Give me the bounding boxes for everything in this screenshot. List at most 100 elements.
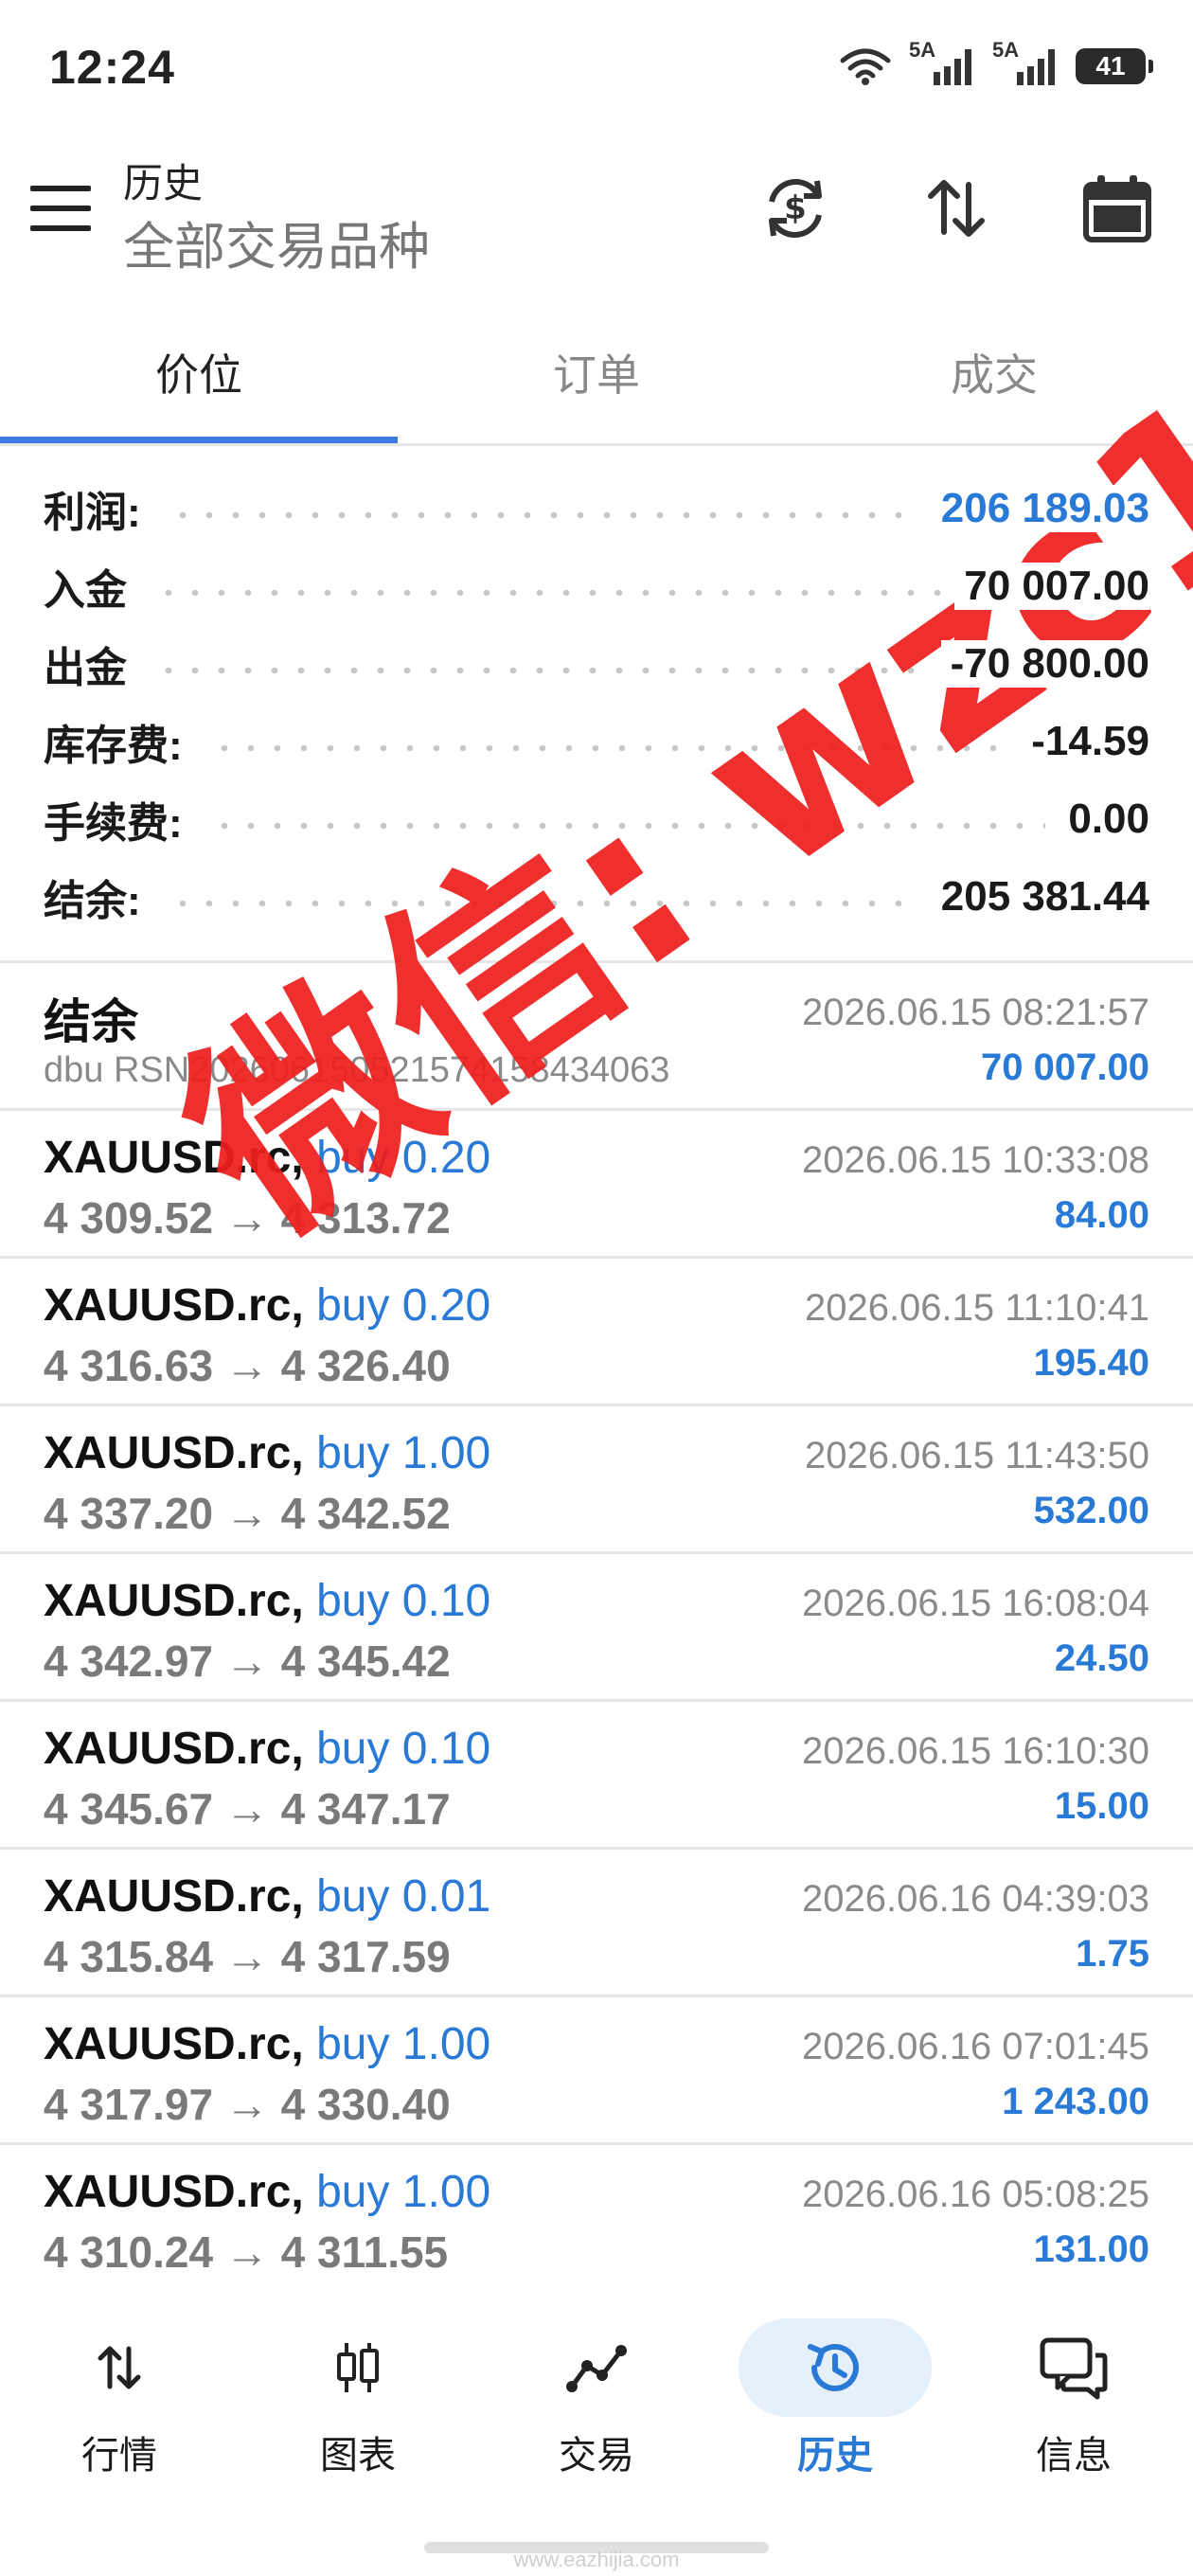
deal-side: buy 0.20 — [316, 1280, 491, 1331]
deal-title: XAUUSD.rc, buy 0.20 — [44, 1279, 490, 1332]
nav-trade[interactable]: 交易 — [477, 2290, 716, 2479]
deal-profit: 195.40 — [1033, 1342, 1149, 1384]
nav-label: 历史 — [797, 2435, 873, 2477]
currency-exchange-icon[interactable]: $ — [757, 170, 833, 246]
nav-label: 图表 — [320, 2435, 396, 2477]
deal-time: 2026.06.15 16:08:04 — [801, 1583, 1149, 1624]
deal-title: XAUUSD.rc, buy 0.10 — [44, 1575, 490, 1627]
tab-divider — [0, 443, 1193, 446]
deal-symbol: XAUUSD.rc, — [44, 1576, 304, 1626]
deal-list: 结余 dbu RSN20260615052157415843​4063 2026… — [0, 963, 1193, 2293]
balance-entry[interactable]: 结余 dbu RSN20260615052157415843​4063 2026… — [0, 963, 1193, 1111]
trade-line-icon — [500, 2318, 693, 2417]
deal-side: buy 1.00 — [316, 2167, 491, 2217]
list-item[interactable]: XAUUSD.rc, buy 0.01 4 315.84 → 4 317.59 … — [0, 1850, 1193, 1997]
list-item[interactable]: XAUUSD.rc, buy 0.10 4 345.67 → 4 347.17 … — [0, 1702, 1193, 1850]
nav-label: 交易 — [559, 2435, 634, 2477]
nav-quotes[interactable]: 行情 — [0, 2290, 239, 2479]
deal-amount: 70 007.00 — [981, 1046, 1149, 1088]
summary-row-deposit: 入金 70 007.00 — [0, 547, 1193, 625]
page-title: 历史 — [123, 161, 204, 206]
dotted-leader — [155, 590, 942, 596]
signal-icon-2: 5A — [992, 38, 1059, 87]
deal-symbol: XAUUSD.rc, — [44, 1133, 304, 1183]
deal-profit: 131.00 — [1033, 2228, 1149, 2270]
deal-title: XAUUSD.rc, buy 0.20 — [44, 1132, 490, 1184]
deal-prices: 4 337.20 → 4 342.52 — [44, 1489, 451, 1538]
summary-value: 205 381.44 — [931, 873, 1149, 921]
dotted-leader — [169, 901, 918, 906]
deal-profit: 84.00 — [1054, 1194, 1149, 1236]
deal-symbol: XAUUSD.rc, — [44, 2167, 304, 2217]
nav-label: 信息 — [1036, 2435, 1112, 2477]
deal-time: 2026.06.15 08:21:57 — [801, 992, 1149, 1033]
header-actions: $ — [757, 170, 1155, 246]
deal-profit: 1 243.00 — [1002, 2081, 1149, 2122]
summary-label: 入金 — [44, 556, 142, 617]
arrows-updown-icon — [23, 2318, 216, 2417]
status-time: 12:24 — [49, 41, 175, 94]
site-watermark: www.eazhijia.com — [513, 2548, 680, 2571]
dotted-leader — [210, 823, 1046, 829]
list-item[interactable]: XAUUSD.rc, buy 1.00 4 337.20 → 4 342.52 … — [0, 1406, 1193, 1554]
list-item[interactable]: XAUUSD.rc, buy 0.20 4 316.63 → 4 326.40 … — [0, 1259, 1193, 1406]
menu-icon[interactable] — [30, 180, 91, 237]
list-item[interactable]: XAUUSD.rc, buy 0.20 4 309.52 → 4 313.72 … — [0, 1111, 1193, 1259]
sort-icon[interactable] — [918, 170, 994, 246]
deal-side: buy 0.20 — [316, 1133, 491, 1183]
deal-prices: 4 316.63 → 4 326.40 — [44, 1341, 451, 1390]
deal-side: buy 0.10 — [316, 1576, 491, 1626]
nav-history[interactable]: 历史 — [716, 2290, 954, 2479]
deal-side: buy 1.00 — [316, 2019, 491, 2069]
summary-row-withdrawal: 出金 -70 800.00 — [0, 625, 1193, 703]
dotted-leader — [210, 745, 1009, 751]
tab-bar: 价位 订单 成交 — [0, 301, 1193, 443]
summary-label: 结余: — [44, 867, 156, 927]
summary-row-profit: 利润: 206 189.03 — [0, 470, 1193, 547]
tab-deals[interactable]: 成交 — [795, 301, 1193, 443]
summary-row-swap: 库存费: -14.59 — [0, 703, 1193, 780]
list-item[interactable]: XAUUSD.rc, buy 1.00 4 317.97 → 4 330.40 … — [0, 1997, 1193, 2145]
deal-prices: 4 342.97 → 4 345.42 — [44, 1637, 451, 1686]
calendar-icon[interactable] — [1079, 170, 1155, 246]
deal-title: XAUUSD.rc, buy 0.10 — [44, 1723, 490, 1775]
deal-symbol: XAUUSD.rc, — [44, 2019, 304, 2069]
summary-label: 利润: — [44, 478, 156, 539]
bottom-nav: 行情 图表 交易 历史 信息 — [0, 2290, 1193, 2479]
svg-text:$: $ — [784, 189, 807, 227]
battery-icon: 41 — [1076, 48, 1153, 84]
summary-value: 70 007.00 — [954, 563, 1149, 610]
deal-symbol: XAUUSD.rc, — [44, 1871, 304, 1922]
deal-symbol: XAUUSD.rc, — [44, 1724, 304, 1774]
list-item[interactable]: XAUUSD.rc, buy 0.10 4 342.97 → 4 345.42 … — [0, 1554, 1193, 1702]
deal-time: 2026.06.16 04:39:03 — [801, 1878, 1149, 1920]
history-icon — [739, 2318, 932, 2417]
deal-prices: 4 317.97 → 4 330.40 — [44, 2080, 451, 2129]
tab-positions[interactable]: 价位 — [0, 301, 398, 443]
summary-value: 206 189.03 — [931, 485, 1149, 532]
deal-profit: 24.50 — [1054, 1637, 1149, 1679]
status-bar: 12:24 5A 5A 41 — [0, 0, 1193, 133]
balance-comment: dbu RSN20260615052157415843​4063 — [44, 1050, 670, 1090]
symbol-filter[interactable]: 全部交易品种 — [123, 205, 430, 279]
deal-prices: 4 310.24 → 4 311.55 — [44, 2227, 449, 2277]
list-item[interactable]: XAUUSD.rc, buy 1.00 4 310.24 → 4 311.55 … — [0, 2145, 1193, 2293]
deal-time: 2026.06.15 11:10:41 — [804, 1287, 1149, 1329]
summary-row-balance: 结余: 205 381.44 — [0, 858, 1193, 936]
deal-side: buy 0.10 — [316, 1724, 491, 1774]
candlestick-icon — [261, 2318, 454, 2417]
summary-label: 出金 — [44, 634, 142, 694]
dotted-leader — [169, 512, 918, 518]
summary-value: -14.59 — [1022, 718, 1149, 765]
nav-label: 行情 — [81, 2435, 157, 2477]
summary-label: 手续费: — [44, 789, 198, 850]
deal-time: 2026.06.15 10:33:08 — [801, 1139, 1149, 1181]
signal-icon-1: 5A — [909, 38, 975, 87]
tab-orders[interactable]: 订单 — [398, 301, 795, 443]
summary-value: -70 800.00 — [940, 640, 1149, 688]
deal-title: XAUUSD.rc, buy 1.00 — [44, 2018, 490, 2070]
nav-charts[interactable]: 图表 — [239, 2290, 477, 2479]
deal-time: 2026.06.15 11:43:50 — [804, 1435, 1149, 1476]
nav-messages[interactable]: 信息 — [954, 2290, 1193, 2479]
deal-side: buy 0.01 — [316, 1871, 491, 1922]
